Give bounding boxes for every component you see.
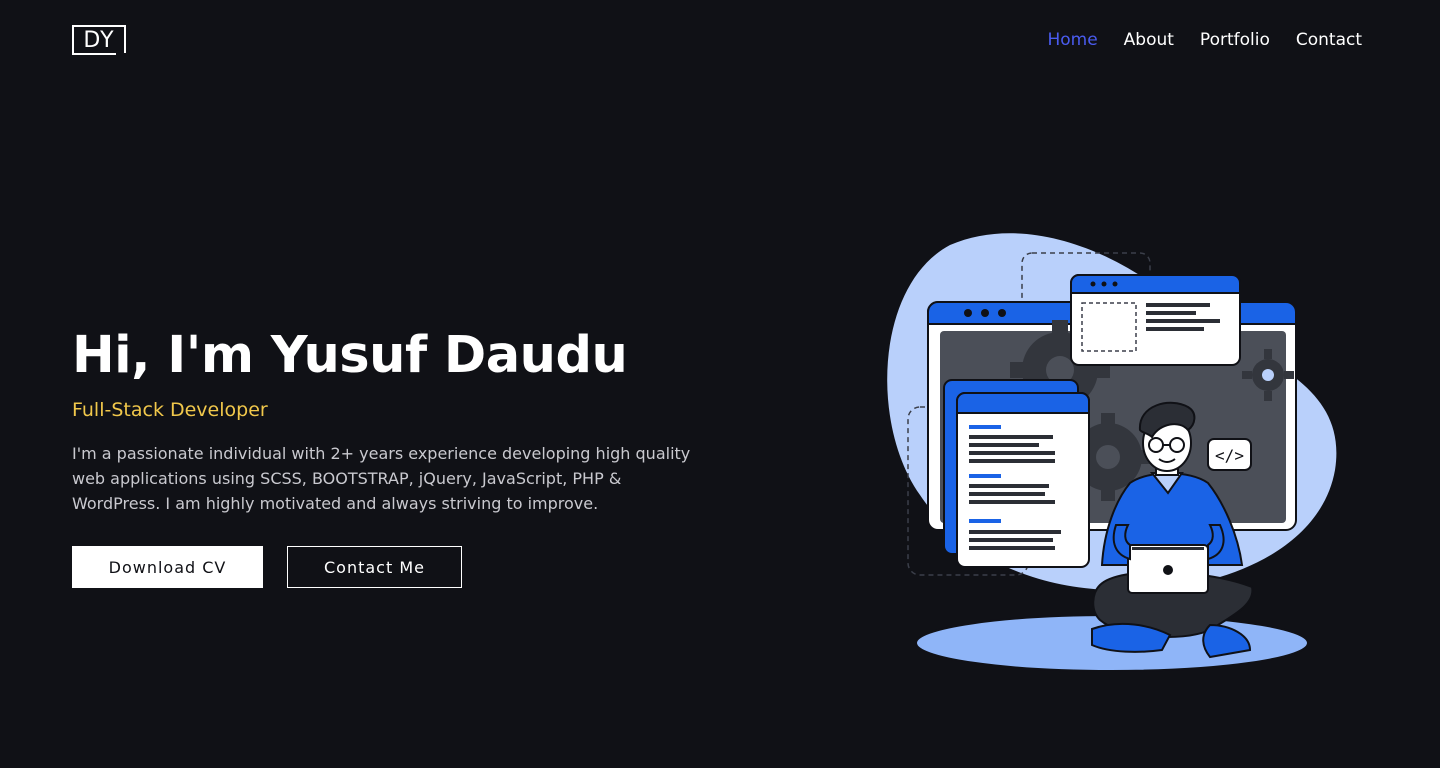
hero-role: Full-Stack Developer	[72, 399, 268, 421]
developer-illustration: </>	[887, 233, 1337, 672]
nav-contact[interactable]: Contact	[1296, 30, 1362, 50]
logo[interactable]: DY	[72, 25, 126, 55]
hero-title: Hi, I'm Yusuf Daudu	[72, 326, 628, 385]
nav-portfolio[interactable]: Portfolio	[1200, 30, 1270, 50]
browser-window-icon	[1070, 274, 1241, 366]
contact-me-button[interactable]: Contact Me	[287, 546, 462, 588]
hero-description: I'm a passionate individual with 2+ year…	[72, 444, 691, 513]
nav-about[interactable]: About	[1124, 30, 1174, 50]
code-tag-icon: </>	[1207, 438, 1252, 471]
nav-home[interactable]: Home	[1047, 30, 1097, 50]
code-badge-text: </>	[1215, 446, 1244, 465]
laptop-icon	[1127, 544, 1209, 594]
document-icon	[943, 379, 1090, 568]
main-nav: Home About Portfolio Contact	[1047, 30, 1362, 50]
download-cv-button[interactable]: Download CV	[72, 546, 263, 588]
logo-text: DY	[83, 27, 115, 53]
logo-notch	[116, 53, 126, 55]
